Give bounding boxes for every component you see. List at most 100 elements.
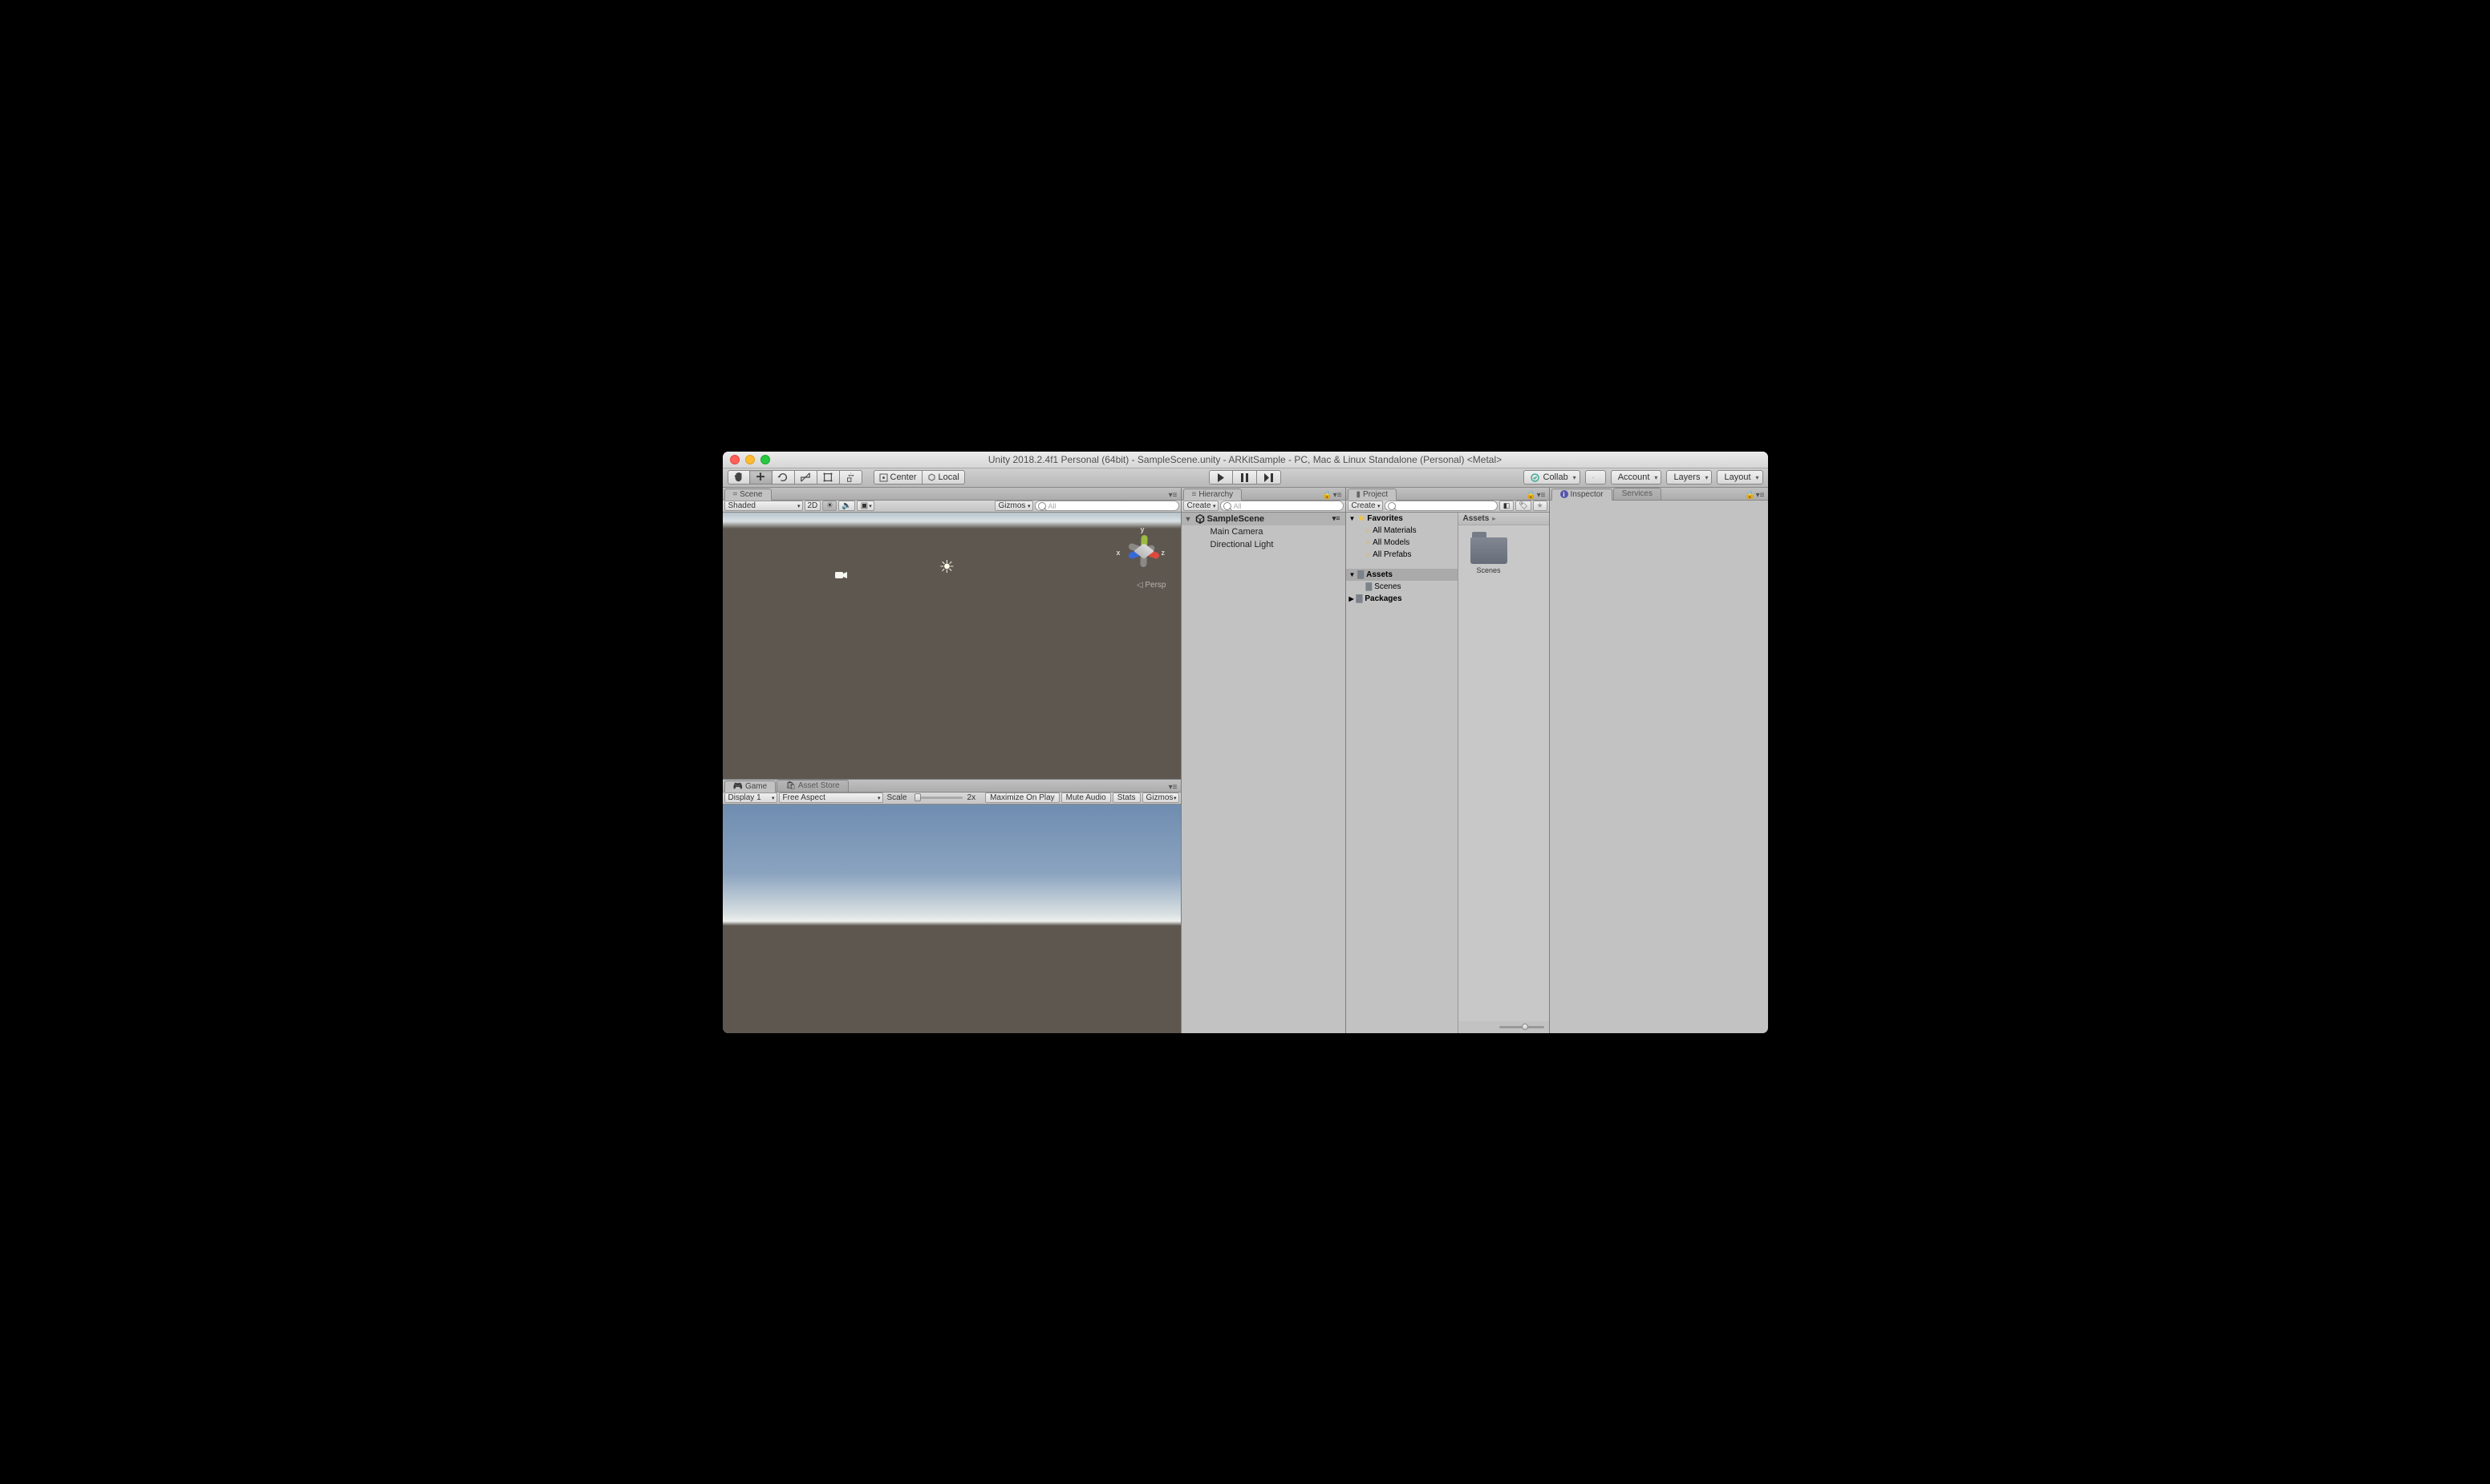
main-toolbar: Center Local Collab Account Layer	[723, 468, 1768, 488]
project-create-dropdown[interactable]: Create	[1348, 501, 1383, 511]
window-controls	[723, 455, 770, 464]
icon-size-slider[interactable]	[1499, 1026, 1544, 1028]
favorites-header[interactable]: ▼ ★ Favorites	[1346, 513, 1458, 525]
asset-folder-item[interactable]: Scenes	[1465, 532, 1513, 574]
packages-header[interactable]: ▶ ▇ Packages	[1346, 593, 1458, 605]
scene-view-toolbar: Shaded 2D ☀ 🔈 ▣ Gizmos All	[723, 501, 1181, 513]
search-by-label-button[interactable]: 🏷	[1515, 501, 1531, 511]
zoom-window-button[interactable]	[760, 455, 770, 464]
tab-hierarchy[interactable]: ≡ Hierarchy	[1183, 489, 1243, 501]
stats-button[interactable]: Stats	[1113, 793, 1141, 803]
transform-tool-group	[728, 470, 862, 485]
transform-tool-button[interactable]	[840, 470, 862, 485]
scene-view-viewport[interactable]: ☀ z y x	[723, 513, 1181, 779]
effects-dropdown[interactable]: ▣	[857, 501, 874, 511]
search-icon: ⌕	[1366, 550, 1371, 559]
panel-options-icon[interactable]: ▾≡	[1756, 491, 1765, 500]
favorite-item[interactable]: ⌕All Prefabs	[1346, 549, 1458, 561]
project-search-input[interactable]	[1385, 501, 1498, 511]
local-icon	[927, 473, 936, 482]
audio-toggle-button[interactable]: 🔈	[838, 501, 854, 511]
hierarchy-create-dropdown[interactable]: Create	[1183, 501, 1219, 511]
gizmos-dropdown[interactable]: Gizmos	[995, 501, 1033, 511]
sun-icon: ☀	[826, 501, 833, 510]
tab-asset-store[interactable]: 🛍 Asset Store	[777, 780, 848, 792]
pause-button[interactable]	[1233, 470, 1257, 485]
hierarchy-toolbar: Create All	[1182, 501, 1345, 513]
inspector-body	[1550, 501, 1768, 1033]
hierarchy-scene-row[interactable]: ▼ SampleScene ▾≡	[1182, 513, 1345, 525]
scene-search-input[interactable]: All	[1035, 501, 1179, 511]
hierarchy-item[interactable]: Directional Light	[1182, 538, 1345, 551]
projection-label[interactable]: ◁ Persp	[1137, 581, 1166, 590]
shading-mode-dropdown[interactable]: Shaded	[724, 501, 803, 511]
game-gizmos-dropdown[interactable]: Gizmos	[1142, 793, 1179, 803]
layers-dropdown[interactable]: Layers	[1666, 470, 1712, 485]
chevron-down-icon[interactable]: ▼	[1185, 515, 1193, 523]
maximize-on-play-button[interactable]: Maximize On Play	[985, 793, 1060, 803]
pivot-mode-button[interactable]: Center	[874, 470, 923, 485]
audio-icon: 🔈	[841, 501, 851, 510]
hierarchy-tabbar: ≡ Hierarchy 🔒▾≡	[1182, 488, 1345, 501]
folder-item[interactable]: ▇Scenes	[1346, 581, 1458, 593]
game-panel: 🎮 Game 🛍 Asset Store ▾≡ Display 1 Free A…	[723, 779, 1181, 1033]
step-button[interactable]	[1257, 470, 1281, 485]
tab-scene[interactable]: ⌗ Scene	[724, 489, 772, 501]
panel-options-icon[interactable]: ▾≡	[1169, 783, 1178, 792]
layout-dropdown[interactable]: Layout	[1717, 470, 1762, 485]
collab-dropdown[interactable]: Collab	[1523, 470, 1580, 485]
hierarchy-tree: ▼ SampleScene ▾≡ Main Camera Directional…	[1182, 513, 1345, 1033]
close-window-button[interactable]	[730, 455, 740, 464]
scene-menu-icon[interactable]: ▾≡	[1332, 514, 1345, 523]
scale-tool-button[interactable]	[795, 470, 817, 485]
hand-tool-button[interactable]	[728, 470, 750, 485]
hierarchy-item[interactable]: Main Camera	[1182, 525, 1345, 538]
aspect-dropdown[interactable]: Free Aspect	[779, 793, 883, 803]
game-view-viewport[interactable]	[723, 805, 1181, 1033]
handle-rotation-button[interactable]: Local	[923, 470, 965, 485]
titlebar: Unity 2018.2.4f1 Personal (64bit) - Samp…	[723, 452, 1768, 468]
orientation-gizmo[interactable]: z y x	[1121, 529, 1170, 577]
display-dropdown[interactable]: Display 1	[724, 793, 777, 803]
account-dropdown[interactable]: Account	[1611, 470, 1662, 485]
camera-gizmo-icon[interactable]	[835, 570, 848, 580]
project-toolbar: Create ◧ 🏷 ★	[1346, 501, 1549, 513]
folder-icon: ▇	[1357, 594, 1363, 603]
folder-icon: ▇	[1366, 582, 1373, 591]
search-by-type-button[interactable]: ◧	[1499, 501, 1514, 511]
chevron-right-icon[interactable]: ▶	[1349, 595, 1354, 602]
tab-inspector[interactable]: i Inspector	[1551, 489, 1612, 501]
2d-toggle-button[interactable]: 2D	[805, 501, 821, 511]
rect-tool-button[interactable]	[817, 470, 840, 485]
breadcrumb[interactable]: Assets ▸	[1458, 513, 1549, 525]
tab-project[interactable]: ▮ Project	[1348, 489, 1397, 501]
lock-icon[interactable]: 🔒	[1526, 491, 1535, 500]
asset-store-icon: 🛍	[785, 781, 796, 790]
favorite-item[interactable]: ⌕All Materials	[1346, 525, 1458, 537]
chevron-down-icon[interactable]: ▼	[1349, 515, 1356, 522]
directional-light-gizmo-icon[interactable]: ☀	[939, 557, 955, 578]
assets-header[interactable]: ▼ ▇ Assets	[1346, 569, 1458, 581]
right-toolbar-controls: Collab Account Layers Layout	[1523, 470, 1763, 485]
move-tool-button[interactable]	[750, 470, 773, 485]
panel-options-icon[interactable]: ▾≡	[1333, 491, 1342, 500]
lighting-toggle-button[interactable]: ☀	[822, 501, 837, 511]
inspector-column: i Inspector Services 🔒▾≡	[1550, 488, 1768, 1033]
save-search-button[interactable]: ★	[1533, 501, 1547, 511]
chevron-down-icon[interactable]: ▼	[1349, 571, 1356, 578]
play-button[interactable]	[1209, 470, 1233, 485]
favorite-item[interactable]: ⌕All Models	[1346, 537, 1458, 549]
lock-icon[interactable]: 🔒	[1745, 491, 1754, 500]
hierarchy-search-input[interactable]: All	[1220, 501, 1344, 511]
mute-audio-button[interactable]: Mute Audio	[1061, 793, 1111, 803]
panel-options-icon[interactable]: ▾≡	[1537, 491, 1546, 500]
minimize-window-button[interactable]	[745, 455, 755, 464]
lock-icon[interactable]: 🔒	[1322, 491, 1332, 500]
scale-slider[interactable]	[914, 797, 963, 799]
project-column: ▮ Project 🔒▾≡ Create ◧ 🏷 ★ ▼ ★ Favorites	[1346, 488, 1550, 1033]
cloud-button[interactable]	[1585, 470, 1606, 485]
tab-game[interactable]: 🎮 Game	[724, 781, 777, 793]
rotate-tool-button[interactable]	[773, 470, 795, 485]
tab-services[interactable]: Services	[1613, 488, 1661, 500]
panel-options-icon[interactable]: ▾≡	[1169, 491, 1178, 500]
